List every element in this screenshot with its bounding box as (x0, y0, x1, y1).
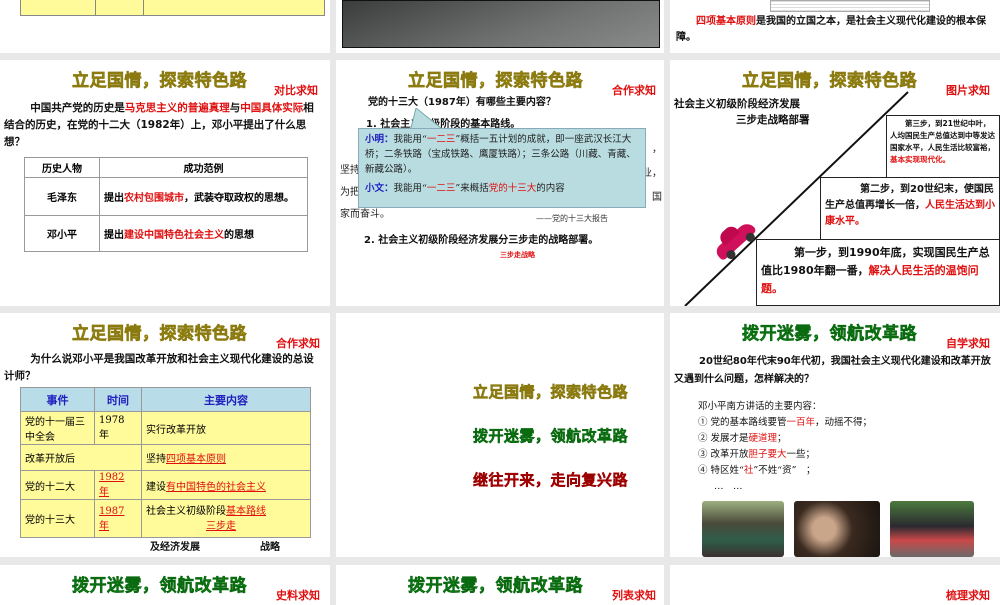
section-2-title[interactable]: 拨开迷雾，领航改革路 (473, 425, 628, 446)
cut-text: 及经济发展 战略 (150, 542, 280, 553)
table-header: 事件 (20, 387, 95, 412)
slide-thumbnail-5[interactable]: 立足国情，探索特色路 拨开迷雾，领航改革路 继往开来，走向复兴路 (336, 313, 664, 557)
slide-tag: 梳理求知 (946, 589, 990, 602)
section-3-title[interactable]: 继往开来，走向复兴路 (473, 469, 628, 490)
historical-photo (342, 0, 660, 48)
slide-tag: 列表求知 (612, 589, 656, 602)
slide-thumbnail-2[interactable]: 立足国情，探索特色路 合作求知 党的十三大（1987年）有哪些主要内容？ 1. … (336, 60, 664, 306)
question: 20世纪80年代末90年代初，我国社会主义现代化建设和改革开放又遇到什么问题，怎… (674, 356, 991, 385)
list-item: ④ 特区姓“社”不姓“资” ； (698, 465, 816, 476)
table-fragment (20, 0, 325, 16)
question-text: 中国共产党的历史是 (30, 102, 125, 114)
slide-thumbnail-top-left[interactable] (0, 0, 330, 53)
slide-title: 立足国情，探索特色路 (72, 71, 247, 92)
slide-tag: 合作求知 (276, 337, 320, 350)
step-2-box: 第二步，到20世纪末，使国民生产总值再增长一倍，人民生活达到小康水平。 (820, 177, 1000, 240)
slide-title: 拨开迷雾，领航改革路 (408, 576, 583, 597)
table-header: 主要内容 (141, 387, 311, 412)
list-item: ② 发展才是硬道理； (698, 433, 787, 444)
ellipsis: … … (714, 481, 743, 492)
slide-tag: 对比求知 (274, 84, 318, 97)
slide-thumbnail-9[interactable]: 梳理求知 (670, 565, 1000, 605)
table-cell: 党的十一届三中全会 (20, 411, 95, 445)
slide-title: 拨开迷雾，领航改革路 (72, 576, 247, 597)
slide-title: 立足国情，探索特色路 (72, 324, 247, 345)
section-1-title[interactable]: 立足国情，探索特色路 (473, 381, 628, 402)
slide-thumbnail-3[interactable]: 立足国情，探索特色路 图片求知 社会主义初级阶段经济发展 三步走战略部署 第三步… (670, 60, 1000, 306)
slide-thumbnail-6[interactable]: 拨开迷雾，领航改革路 自学求知 20世纪80年代末90年代初，我国社会主义现代化… (670, 313, 1000, 557)
slide-tag: 史料求知 (276, 589, 320, 602)
events-table: 事件 时间 主要内容 党的十一届三中全会 1978 年实行改革开放 改革开放后 坚持四项… (20, 387, 311, 538)
slide-title: 立足国情，探索特色路 (408, 71, 583, 92)
slide-tag: 合作求知 (612, 84, 656, 97)
slide-thumbnail-1[interactable]: 立足国情，探索特色路 对比求知 中国共产党的历史是马克思主义的普遍真理与中国具体… (0, 60, 330, 306)
slide-thumbnail-top-right[interactable]: 四项基本原则是我国的立国之本，是社会主义现代化建设的根本保障。 (670, 0, 1000, 53)
table-header: 历史人物 (24, 157, 100, 178)
slide-thumbnail-8[interactable]: 拨开迷雾，领航改革路 列表求知 (336, 565, 664, 605)
source-citation: ——党的十三大报告 (536, 214, 608, 223)
table-cell: 提出农村包围城市，武装夺取政权的思想。 (99, 177, 308, 216)
list-item: ① 党的基本路线要管一百年，动摇不得； (698, 417, 873, 428)
table-cell: 1978 年 (94, 411, 142, 445)
table-header: 时间 (94, 387, 142, 412)
table-cell: 党的十二大 (20, 470, 95, 500)
step-1-box: 第一步，到1990年底，实现国民生产总值比1980年翻一番，解决人民生活的温饱问… (756, 239, 1000, 306)
photo-portrait (794, 501, 880, 557)
list-item: ③ 改革开放胆子要大一些； (698, 449, 816, 460)
photo-crowd (702, 501, 784, 557)
question-text: 与 (229, 102, 241, 114)
question: 为什么说邓小平是我国改革开放和社会主义现代化建设的总设计师？ (4, 353, 314, 382)
step-3-box: 第三步，到21世纪中叶，人均国民生产总值达到中等发达国家水平，人民生活比较富裕，… (886, 115, 1000, 178)
question-highlight: 马克思主义的普遍真理 (124, 102, 230, 114)
table-cell: 实行改革开放 (141, 411, 311, 445)
slide-tag: 自学求知 (946, 337, 990, 350)
slide-thumbnail-7[interactable]: 拨开迷雾，领航改革路 史料求知 (0, 565, 330, 605)
table-cell: 毛泽东 (24, 177, 100, 216)
comparison-table: 历史人物 成功范例 毛泽东 提出农村包围城市，武装夺取政权的思想。 邓小平 提出建设中… (24, 157, 308, 252)
table-cell: 建设有中国特色的社会主义 (141, 470, 311, 500)
list-title: 邓小平南方讲话的主要内容： (698, 401, 822, 412)
table-cell: 社会主义初级阶段基本路线 三步走 (141, 499, 311, 538)
table-cell: 邓小平 (24, 215, 100, 252)
slide-thumbnail-top-middle[interactable] (336, 0, 664, 53)
table-header: 成功范例 (99, 157, 308, 178)
table-cell: 1982 年 (94, 470, 142, 500)
principle-red: 四项基本原则 (696, 16, 756, 27)
question-highlight: 中国具体实际 (240, 102, 304, 114)
photo-walking (890, 501, 974, 557)
table-cell: 改革开放后 (20, 444, 95, 471)
table-cell: 坚持四项基本原则 (141, 444, 311, 471)
slide-thumbnail-4[interactable]: 立足国情，探索特色路 合作求知 为什么说邓小平是我国改革开放和社会主义现代化建设… (0, 313, 330, 557)
three-step-link[interactable]: 三步走战略 (500, 250, 535, 260)
table-cell: 党的十三大 (20, 499, 95, 538)
document-image (770, 0, 930, 12)
slide-title: 拨开迷雾，领航改革路 (742, 324, 917, 345)
table-cell: 提出建设中国特色社会主义的思想 (99, 215, 308, 252)
callout-box: 小明：我能用“一二三”概括一五计划的成就，即一座武汉长江大桥；二条铁路（宝成铁路… (358, 128, 646, 208)
table-cell: 1987 年 (94, 499, 142, 538)
point-2: 2. 社会主义初级阶段经济发展分三步走的战略部署。 (364, 235, 599, 246)
table-cell (94, 444, 142, 471)
